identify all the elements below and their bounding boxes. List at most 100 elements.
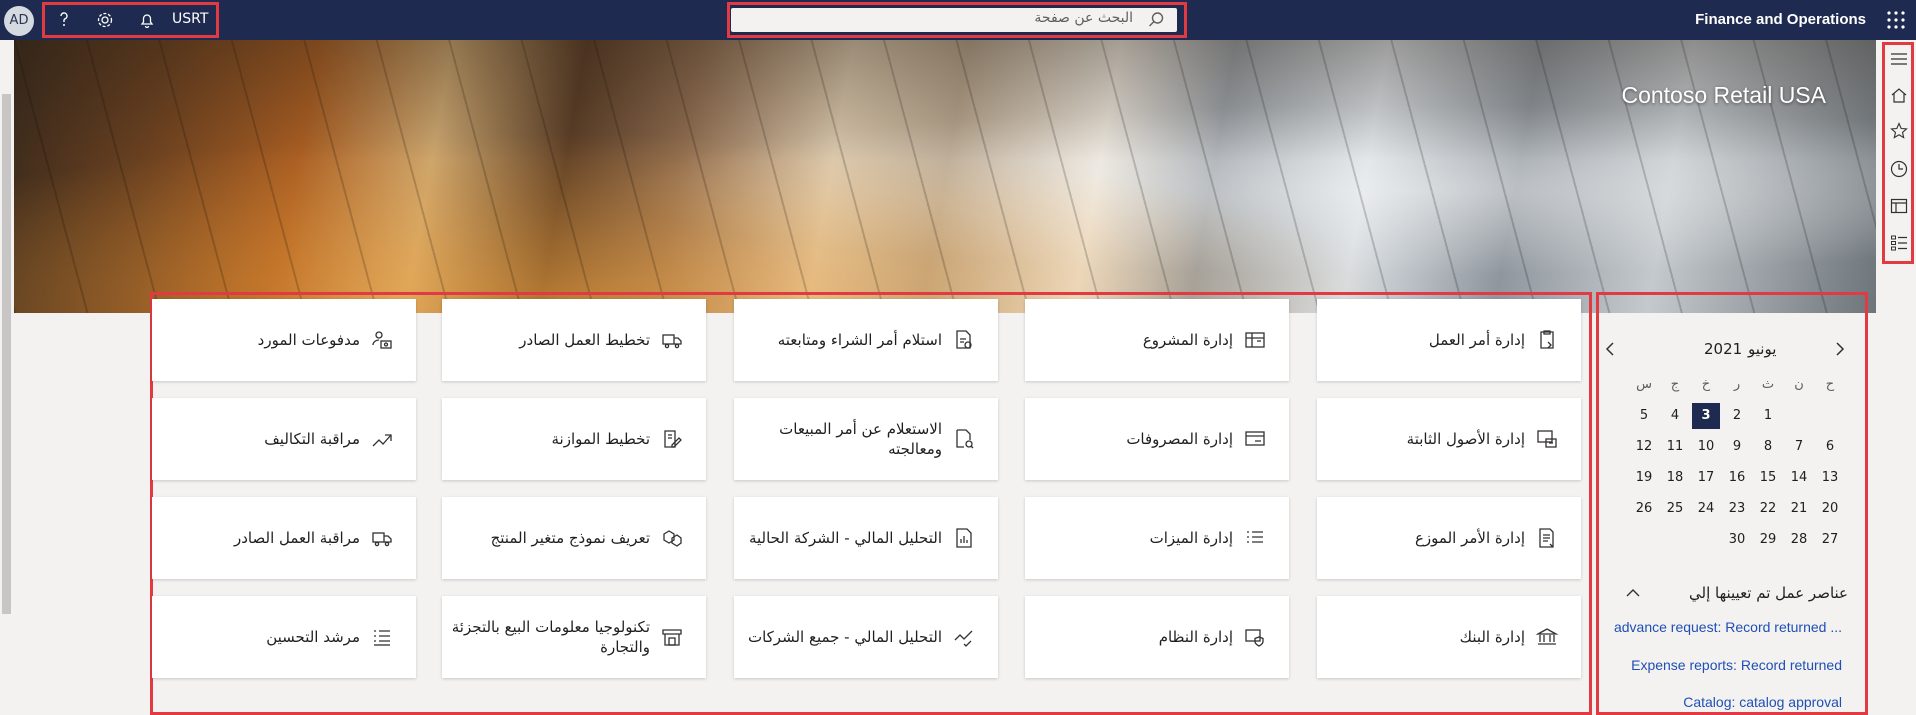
calendar-day[interactable]: 13: [1816, 465, 1844, 491]
workspace-icon[interactable]: [1888, 195, 1910, 217]
calendar-day[interactable]: 26: [1630, 496, 1658, 522]
work-item-link[interactable]: advance request: Record returned ...: [1614, 619, 1842, 635]
gear-icon[interactable]: [93, 8, 117, 32]
truck-icon: [370, 526, 394, 550]
company-picker[interactable]: USRT: [172, 11, 208, 27]
scrollbar-thumb[interactable]: [2, 94, 11, 614]
calendar-day[interactable]: 8: [1754, 434, 1782, 460]
tile-1[interactable]: إدارة أمر العمل: [1317, 299, 1581, 381]
calendar-day[interactable]: 9: [1723, 434, 1751, 460]
calendar-day[interactable]: 19: [1630, 465, 1658, 491]
search-input[interactable]: البحث عن صفحة: [731, 8, 1177, 32]
calendar-day[interactable]: 30: [1723, 527, 1751, 553]
calendar-header: 2021 يونيو: [1600, 338, 1860, 362]
clock-icon[interactable]: [1888, 158, 1910, 180]
weekday-label: خ: [1701, 377, 1711, 392]
calendar-day[interactable]: 10: [1692, 434, 1720, 460]
tile-3[interactable]: استلام أمر الشراء ومتابعته: [734, 299, 998, 381]
top-bar: AD USRT البحث عن صفحة Finance and Operat…: [0, 0, 1916, 40]
bell-icon[interactable]: [135, 8, 159, 32]
page-scrollbar[interactable]: [0, 40, 12, 715]
weekday-label: ج: [1670, 377, 1680, 392]
trend-icon: [370, 427, 394, 451]
tile-4[interactable]: تخطيط العمل الصادر: [442, 299, 706, 381]
tile-5[interactable]: مدفوعات المورد: [152, 299, 416, 381]
tile-9[interactable]: تخطيط الموازنة: [442, 398, 706, 480]
tile-label: تعريف نموذج متغير المنتج: [490, 529, 650, 547]
calendar-day[interactable]: 21: [1785, 496, 1813, 522]
tile-label: مدفوعات المورد: [257, 331, 360, 349]
tile-16[interactable]: إدارة البنك: [1317, 596, 1581, 678]
tile-20[interactable]: مرشد التحسين: [152, 596, 416, 678]
calendar-day[interactable]: 17: [1692, 465, 1720, 491]
help-icon[interactable]: [52, 8, 76, 32]
tile-12[interactable]: إدارة الميزات: [1025, 497, 1289, 579]
tile-18[interactable]: التحليل المالي - جميع الشركات: [734, 596, 998, 678]
tile-11[interactable]: إدارة الأمر الموزع: [1317, 497, 1581, 579]
tile-10[interactable]: مراقبة التكاليف: [152, 398, 416, 480]
calendar-day[interactable]: 24: [1692, 496, 1720, 522]
calendar-day[interactable]: 28: [1785, 527, 1813, 553]
tile-17[interactable]: إدارة النظام: [1025, 596, 1289, 678]
calendar-next-icon[interactable]: [1828, 338, 1850, 360]
calendar-day[interactable]: 14: [1785, 465, 1813, 491]
calendar-day[interactable]: 5: [1630, 403, 1658, 429]
calendar-day[interactable]: 16: [1723, 465, 1751, 491]
hamburger-icon[interactable]: [1888, 48, 1910, 70]
star-icon[interactable]: [1888, 120, 1910, 142]
calendar-prev-icon[interactable]: [1600, 338, 1622, 360]
tile-2[interactable]: إدارة المشروع: [1025, 299, 1289, 381]
store-icon: [660, 625, 684, 649]
weekday-label: ر: [1733, 377, 1741, 392]
weekday-label: س: [1636, 377, 1652, 392]
tile-7[interactable]: إدارة المصروفات: [1025, 398, 1289, 480]
tile-label: إدارة أمر العمل: [1428, 331, 1525, 349]
tile-6[interactable]: إدارة الأصول الثابتة: [1317, 398, 1581, 480]
doc-refresh-icon: [952, 328, 976, 352]
calendar-day[interactable]: 4: [1661, 403, 1689, 429]
calendar-week: 27 28 29 30: [1630, 527, 1846, 553]
calendar-day[interactable]: 11: [1661, 434, 1689, 460]
trend-check-icon: [952, 625, 976, 649]
calendar-day[interactable]: 22: [1754, 496, 1782, 522]
chevron-up-icon[interactable]: [1622, 582, 1644, 604]
project-icon: [1243, 328, 1267, 352]
calendar-day[interactable]: 25: [1661, 496, 1689, 522]
calendar-day[interactable]: 15: [1754, 465, 1782, 491]
tile-label: إدارة الأمر الموزع: [1414, 529, 1525, 547]
doc-pen-icon: [660, 427, 684, 451]
work-item-link[interactable]: Expense reports: Record returned: [1631, 657, 1842, 673]
tile-19[interactable]: تكنولوجيا معلومات البيع بالتجزئة والتجار…: [442, 596, 706, 678]
tile-15[interactable]: مراقبة العمل الصادر: [152, 497, 416, 579]
tile-label: إدارة الميزات: [1149, 529, 1233, 547]
modules-icon[interactable]: [1888, 232, 1910, 254]
tile-14[interactable]: تعريف نموذج متغير المنتج: [442, 497, 706, 579]
calendar-day[interactable]: 12: [1630, 434, 1658, 460]
calendar-day[interactable]: 7: [1785, 434, 1813, 460]
tile-8[interactable]: الاستعلام عن أمر المبيعات ومعالجته: [734, 398, 998, 480]
calendar-day[interactable]: 27: [1816, 527, 1844, 553]
calendar-day[interactable]: 20: [1816, 496, 1844, 522]
calendar-day-today[interactable]: 3: [1692, 403, 1720, 429]
tile-label: إدارة المصروفات: [1126, 430, 1233, 448]
tile-label: إدارة النظام: [1158, 628, 1233, 646]
calendar-day[interactable]: 18: [1661, 465, 1689, 491]
calendar-day[interactable]: 2: [1723, 403, 1751, 429]
work-items-header: عناصر عمل تم تعيينها إلي: [1622, 582, 1848, 606]
search-icon[interactable]: [1146, 10, 1166, 30]
home-icon[interactable]: [1888, 84, 1910, 106]
calendar-day[interactable]: 29: [1754, 527, 1782, 553]
asset-icon: [1535, 427, 1559, 451]
calendar-day[interactable]: 6: [1816, 434, 1844, 460]
tile-label: تخطيط العمل الصادر: [519, 331, 650, 349]
calendar-day[interactable]: 23: [1723, 496, 1751, 522]
app-launcher-icon[interactable]: [1886, 10, 1906, 30]
tile-13[interactable]: التحليل المالي - الشركة الحالية: [734, 497, 998, 579]
card-icon: [1243, 427, 1267, 451]
calendar-day[interactable]: 1: [1754, 403, 1782, 429]
tile-label: مراقبة العمل الصادر: [234, 529, 360, 547]
avatar[interactable]: AD: [4, 6, 34, 36]
work-item-link[interactable]: Catalog: catalog approval: [1683, 694, 1842, 710]
tile-label: التحليل المالي - الشركة الحالية: [748, 529, 942, 547]
shield-icon: [1243, 625, 1267, 649]
